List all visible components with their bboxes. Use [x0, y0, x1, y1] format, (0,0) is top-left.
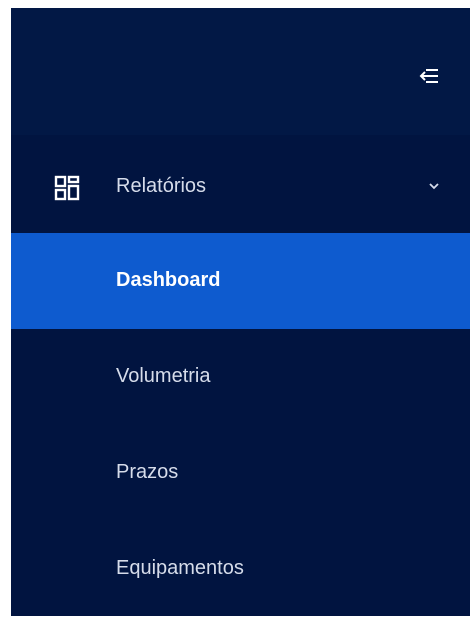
menu-item-label: Prazos	[116, 461, 179, 483]
menu-item-label: Dashboard	[116, 269, 221, 291]
menu-item-volumetria[interactable]: Volumetria	[11, 329, 470, 425]
collapse-sidebar-button[interactable]	[413, 59, 447, 93]
menu-item-equipamentos[interactable]: Equipamentos	[11, 521, 470, 616]
menu-group-label: Relatórios	[116, 175, 207, 197]
menu-item-prazos[interactable]: Prazos	[11, 425, 470, 521]
chevron-down-icon	[429, 183, 439, 190]
sidebar-header	[11, 8, 470, 135]
menu-item-label: Equipamentos	[116, 557, 244, 579]
collapse-left-icon	[419, 69, 438, 83]
menu-group-relatorios[interactable]: Relatórios	[11, 135, 470, 233]
sidebar-menu: Relatórios Dashboard Volumetria Prazos E…	[11, 135, 470, 616]
dashboard-grid-icon	[54, 175, 80, 201]
sidebar: Relatórios Dashboard Volumetria Prazos E…	[11, 8, 470, 616]
menu-item-label: Volumetria	[116, 365, 211, 387]
menu-item-dashboard[interactable]: Dashboard	[11, 233, 470, 329]
